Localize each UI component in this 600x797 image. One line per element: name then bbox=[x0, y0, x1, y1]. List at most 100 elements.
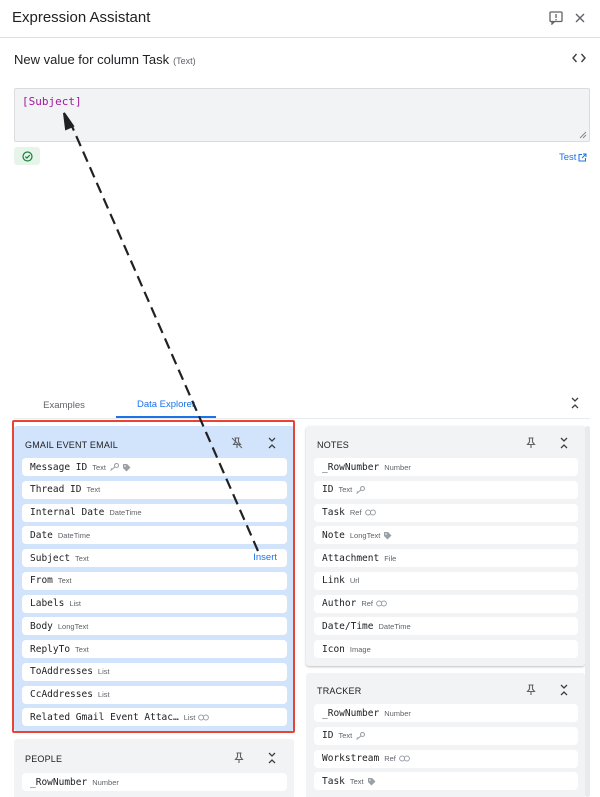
unpin-icon[interactable] bbox=[229, 435, 245, 451]
field-type: DateTime bbox=[57, 530, 91, 540]
link-icon bbox=[364, 509, 376, 516]
field-name: ID bbox=[322, 730, 334, 742]
field-row-id[interactable]: ID Text bbox=[314, 480, 578, 499]
table-card-notes: NOTES _RowNumber Number ID Text Task Ref Note L… bbox=[306, 426, 585, 666]
field-row-date-time[interactable]: Date/Time DateTime bbox=[314, 617, 578, 636]
test-link-label: Test bbox=[559, 152, 577, 163]
field-row-workstream[interactable]: Workstream Ref bbox=[314, 749, 578, 768]
column-prompt-text: New value for column Task bbox=[14, 52, 170, 67]
key-icon bbox=[355, 485, 366, 494]
field-type: Ref bbox=[384, 754, 396, 763]
insert-button[interactable]: Insert bbox=[253, 552, 277, 563]
scrollbar[interactable] bbox=[585, 426, 590, 797]
field-row-author[interactable]: Author Ref bbox=[314, 594, 578, 613]
field-type: DateTime bbox=[378, 621, 411, 631]
field-name: Labels bbox=[30, 598, 65, 609]
field-type: LongText bbox=[57, 621, 89, 631]
field-row-replyto[interactable]: ReplyTo Text bbox=[22, 640, 287, 658]
test-link[interactable]: Test bbox=[559, 152, 587, 163]
field-name: Body bbox=[30, 620, 53, 632]
card-title: NOTES bbox=[317, 440, 350, 450]
title-bar: Expression Assistant bbox=[0, 0, 600, 38]
field-name: ReplyTo bbox=[30, 643, 71, 655]
field-row-message-id[interactable]: Message ID Text bbox=[22, 458, 287, 476]
expression-editor[interactable]: [Subject] bbox=[14, 88, 590, 142]
field-name: Internal Date bbox=[30, 507, 105, 518]
table-card-people: PEOPLE _RowNumber Number bbox=[14, 739, 294, 797]
field-name: _RowNumber bbox=[322, 707, 380, 719]
pin-icon[interactable] bbox=[523, 682, 539, 698]
field-row-body[interactable]: Body LongText bbox=[22, 617, 287, 636]
field-name: Task bbox=[322, 507, 345, 518]
field-type: Text bbox=[75, 644, 89, 654]
collapse-card-icon[interactable] bbox=[264, 750, 280, 766]
field-row-from[interactable]: From Text bbox=[22, 571, 287, 590]
field-type: Text bbox=[338, 485, 353, 495]
field-row-labels[interactable]: Labels List bbox=[22, 594, 287, 613]
link-icon bbox=[376, 600, 387, 607]
field-name: CcAddresses bbox=[30, 689, 93, 700]
field-type: Text bbox=[338, 731, 353, 741]
tag-icon bbox=[367, 777, 376, 786]
field-name: _RowNumber bbox=[322, 461, 380, 473]
field-row-subject[interactable]: Subject Text Insert bbox=[22, 549, 287, 567]
app-title: Expression Assistant bbox=[12, 9, 151, 26]
field-name: Author bbox=[322, 598, 357, 609]
field-row-link[interactable]: Link Url bbox=[314, 571, 578, 590]
table-card-tracker: TRACKER _RowNumber Number ID Text Workstream… bbox=[306, 673, 585, 797]
pin-icon[interactable] bbox=[523, 435, 539, 451]
collapse-card-icon[interactable] bbox=[556, 682, 572, 698]
field-type: Text bbox=[57, 576, 72, 586]
field-name: _RowNumber bbox=[30, 776, 88, 788]
code-toggle-icon[interactable] bbox=[570, 50, 588, 66]
field-row-rownumber[interactable]: _RowNumber Number bbox=[314, 704, 578, 722]
pin-icon[interactable] bbox=[231, 750, 247, 766]
collapse-card-icon[interactable] bbox=[264, 435, 280, 451]
resize-grip-icon[interactable] bbox=[579, 131, 587, 139]
field-name: ID bbox=[322, 484, 334, 496]
collapse-all-icon[interactable] bbox=[567, 395, 583, 411]
field-row-icon[interactable]: Icon Image bbox=[314, 640, 578, 658]
field-row-attachment[interactable]: Attachment File bbox=[314, 549, 578, 567]
field-name: Task bbox=[322, 775, 345, 787]
field-name: Attachment bbox=[322, 552, 380, 564]
field-row-related-gmail-event-attac[interactable]: Related Gmail Event Attac… List bbox=[22, 708, 287, 727]
field-row-internal-date[interactable]: Internal Date DateTime bbox=[22, 503, 287, 522]
field-name: Icon bbox=[322, 643, 345, 655]
field-row-date[interactable]: Date DateTime bbox=[22, 526, 287, 545]
field-row-task[interactable]: Task Ref bbox=[314, 503, 578, 522]
field-name: Date bbox=[30, 529, 53, 541]
field-row-thread-id[interactable]: Thread ID Text bbox=[22, 480, 287, 499]
field-type: Text bbox=[349, 776, 364, 786]
field-row-rownumber[interactable]: _RowNumber Number bbox=[22, 773, 287, 791]
field-row-rownumber[interactable]: _RowNumber Number bbox=[314, 458, 578, 476]
field-type: Text bbox=[75, 553, 89, 563]
field-row-note[interactable]: Note LongText bbox=[314, 526, 578, 545]
link-icon bbox=[398, 755, 410, 762]
field-type: File bbox=[384, 553, 397, 563]
card-title: TRACKER bbox=[317, 686, 362, 696]
tab-data-explorer[interactable]: Data Explorer bbox=[116, 392, 216, 418]
field-type: Ref bbox=[349, 508, 362, 517]
field-row-ccaddresses[interactable]: CcAddresses List bbox=[22, 685, 287, 704]
key-icon bbox=[109, 463, 119, 471]
field-row-toaddresses[interactable]: ToAddresses List bbox=[22, 662, 287, 681]
field-type: Number bbox=[92, 777, 119, 787]
feedback-icon[interactable] bbox=[547, 9, 565, 27]
expression-text[interactable]: [Subject] bbox=[22, 95, 82, 108]
field-type: Number bbox=[384, 708, 411, 718]
field-type: Image bbox=[349, 644, 371, 654]
collapse-card-icon[interactable] bbox=[556, 435, 572, 451]
field-name: Subject bbox=[30, 552, 71, 564]
field-row-task[interactable]: Task Text bbox=[314, 772, 578, 791]
field-type: Url bbox=[349, 576, 360, 586]
key-icon bbox=[355, 731, 366, 740]
field-type: Number bbox=[384, 462, 411, 472]
close-icon[interactable] bbox=[571, 9, 589, 27]
field-type: Text bbox=[86, 485, 101, 495]
field-name: Link bbox=[322, 575, 345, 587]
field-row-id[interactable]: ID Text bbox=[314, 726, 578, 745]
open-external-icon bbox=[578, 153, 587, 162]
field-name: Date/Time bbox=[322, 620, 374, 632]
tab-examples[interactable]: Examples bbox=[14, 392, 114, 418]
